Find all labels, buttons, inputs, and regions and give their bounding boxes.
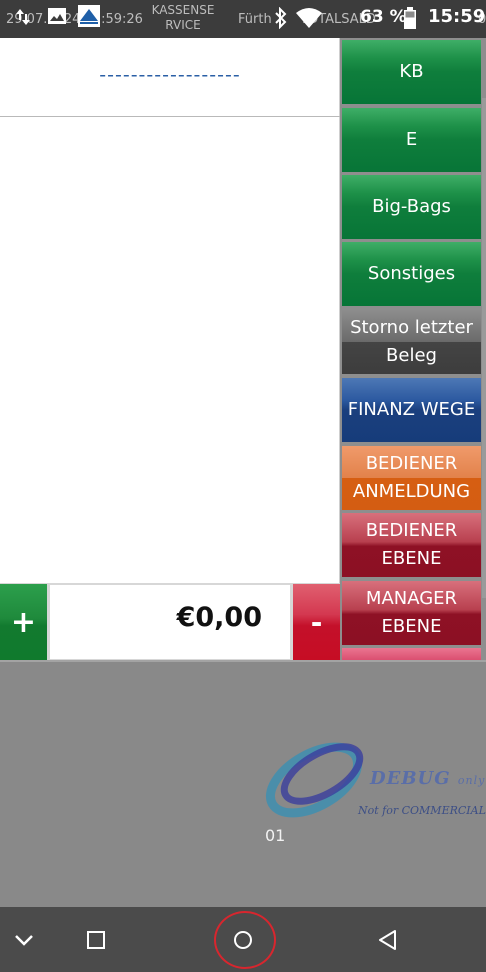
storno-letzter-beleg-button[interactable]: Storno letzter Beleg bbox=[342, 310, 481, 374]
finanz-wege-button-label: FINANZ WEGE bbox=[347, 399, 476, 420]
nav-collapse-button[interactable] bbox=[0, 907, 54, 972]
status-background-city: Fürth bbox=[238, 12, 272, 27]
nav-home-button[interactable] bbox=[213, 907, 273, 972]
bluetooth-icon bbox=[275, 7, 287, 29]
minus-button[interactable]: - bbox=[293, 584, 340, 660]
navigation-bar bbox=[0, 907, 486, 972]
e-button-label: E bbox=[405, 129, 418, 150]
storno-button-label-line1: Storno letzter bbox=[350, 317, 473, 338]
nav-recents-button[interactable] bbox=[66, 907, 126, 972]
recents-square-icon bbox=[87, 930, 105, 949]
manager-ebene-label-line1: MANAGER bbox=[365, 588, 458, 609]
debug-watermark-logo-icon bbox=[265, 742, 364, 818]
bediener-ebene-label-line1: BEDIENER bbox=[365, 520, 458, 541]
sonstiges-button[interactable]: Sonstiges bbox=[342, 242, 481, 306]
receipt-header: ------------------ bbox=[0, 38, 340, 117]
bediener-anmeldung-button[interactable]: BEDIENER ANMELDUNG bbox=[342, 446, 481, 510]
partial-next-button[interactable] bbox=[342, 648, 481, 660]
manager-ebene-label-line2: EBENE bbox=[381, 616, 442, 637]
debug-watermark-title: DEBUG only bbox=[370, 768, 486, 789]
bediener-ebene-label-line2: EBENE bbox=[381, 548, 442, 569]
gallery-icon bbox=[48, 8, 66, 24]
manager-ebene-button[interactable]: MANAGER EBENE bbox=[342, 581, 481, 645]
bediener-anmeldung-label-line2: ANMELDUNG bbox=[352, 481, 471, 502]
receipt-header-text: ------------------ bbox=[99, 64, 241, 86]
wifi-icon bbox=[296, 8, 322, 28]
kb-button-label: KB bbox=[399, 61, 424, 82]
amount-field[interactable]: €0,00 bbox=[50, 585, 290, 659]
scrollbar-thumb[interactable] bbox=[482, 98, 486, 598]
kb-button[interactable]: KB bbox=[342, 40, 481, 104]
finanz-wege-button[interactable]: FINANZ WEGE bbox=[342, 378, 481, 442]
upload-download-icon bbox=[16, 9, 30, 25]
sonstiges-button-label: Sonstiges bbox=[367, 263, 456, 284]
status-clock: 15:59 bbox=[428, 6, 486, 27]
battery-percent: 63 % bbox=[360, 7, 407, 27]
debug-watermark-subtitle: Not for COMMERCIAL bbox=[358, 804, 486, 817]
function-button-panel[interactable]: KB E Big-Bags Sonstiges Storno letzter B… bbox=[340, 38, 486, 660]
storno-button-label-line2: Beleg bbox=[386, 345, 437, 366]
big-bags-button[interactable]: Big-Bags bbox=[342, 175, 481, 239]
big-bags-button-label: Big-Bags bbox=[372, 196, 451, 217]
battery-icon bbox=[404, 7, 416, 29]
receipt-panel[interactable]: ------------------ bbox=[0, 38, 340, 583]
back-triangle-icon bbox=[379, 929, 396, 950]
lower-info-area: DEBUG only Not for COMMERCIAL 01 bbox=[0, 660, 486, 907]
bediener-anmeldung-label-line1: BEDIENER bbox=[365, 453, 458, 474]
chevron-down-icon bbox=[15, 934, 33, 946]
e-button[interactable]: E bbox=[342, 108, 481, 172]
status-bar: 29.07.2024 15:59:26 KASSENSE RVICE Fürth… bbox=[0, 0, 486, 38]
plus-button[interactable]: + bbox=[0, 584, 47, 660]
app-logo-icon bbox=[78, 5, 100, 27]
amount-value: €0,00 bbox=[176, 602, 262, 633]
terminal-id: 01 bbox=[265, 826, 286, 845]
amount-row: + €0,00 - bbox=[0, 583, 340, 660]
status-background-app-name: KASSENSE RVICE bbox=[151, 3, 215, 32]
bediener-ebene-button[interactable]: BEDIENER EBENE bbox=[342, 513, 481, 577]
home-circle-icon bbox=[234, 930, 252, 949]
nav-back-button[interactable] bbox=[358, 907, 418, 972]
